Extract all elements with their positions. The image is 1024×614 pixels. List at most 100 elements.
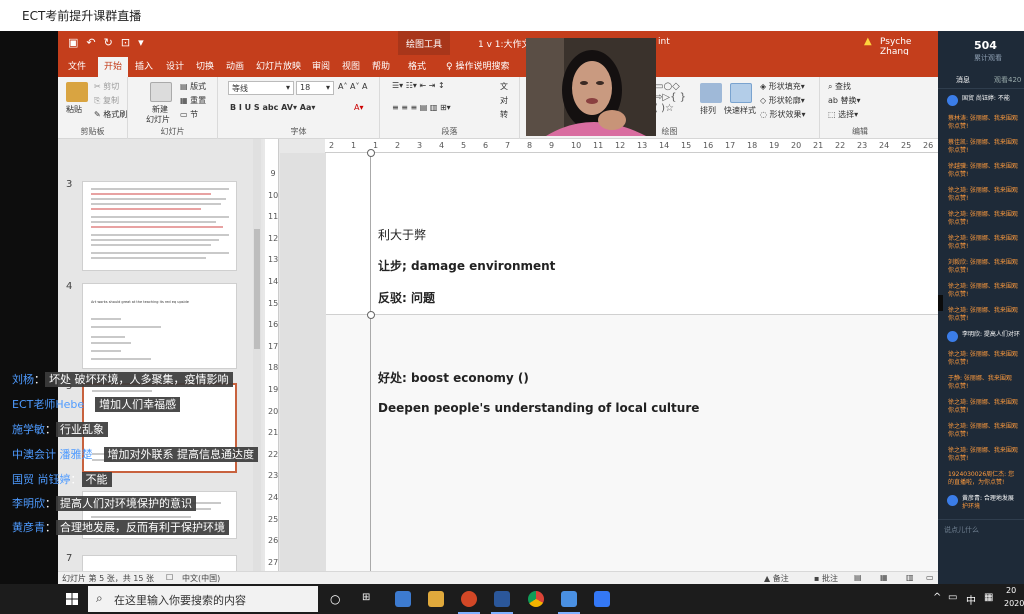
tab-slideshow[interactable]: 幻灯片放映: [256, 59, 301, 72]
ruler-tick: 19: [268, 385, 279, 394]
taskbar-search-box[interactable]: ⌕ 在这里输入你要搜索的内容: [88, 586, 318, 612]
replace-button[interactable]: ab 替换▾: [828, 95, 861, 106]
file-explorer-icon[interactable]: [428, 591, 444, 607]
customize-icon[interactable]: ▾: [138, 36, 144, 49]
shape-effects-button[interactable]: ◌ 形状效果▾: [760, 109, 806, 120]
tab-insert[interactable]: 插入: [135, 59, 153, 72]
keyboard-icon[interactable]: ▦: [984, 592, 993, 603]
new-slide-icon[interactable]: [150, 82, 172, 102]
font-name-box[interactable]: 等线 ▾: [228, 81, 294, 95]
font-group-label: 字体: [290, 127, 307, 136]
tab-view[interactable]: 视图: [342, 59, 360, 72]
tab-review[interactable]: 审阅: [312, 59, 330, 72]
cortana-icon[interactable]: ○: [330, 592, 340, 606]
task-view-icon[interactable]: ⊞: [362, 592, 370, 603]
notes-button[interactable]: ▲ 备注: [764, 573, 789, 584]
powerpoint-app-icon[interactable]: [461, 591, 477, 607]
comments-button[interactable]: ▪ 批注: [814, 573, 838, 584]
quick-styles-label[interactable]: 快速样式: [724, 105, 756, 116]
smartart-button[interactable]: 转: [500, 109, 508, 120]
live-app-icon[interactable]: [561, 591, 577, 607]
slide-canvas[interactable]: 利大于弊 让步; damage environment 反驳: 问题 好处: b…: [326, 149, 938, 571]
meeting-app-icon[interactable]: [594, 591, 610, 607]
format-painter-button[interactable]: ✎ 格式刷: [94, 109, 127, 120]
shape-fill-button[interactable]: ◈ 形状填充▾: [760, 81, 805, 92]
shapes-gallery[interactable]: ▭○◇ ⇨▷{ }( )☆: [654, 81, 686, 114]
slide-line-3: 反驳: 问题: [378, 291, 435, 305]
chat-input[interactable]: 说点儿什么: [944, 525, 979, 535]
normal-view-icon[interactable]: ▤: [854, 573, 862, 582]
save-icon[interactable]: ▣: [68, 36, 78, 49]
tab-viewers[interactable]: 观看420: [994, 75, 1021, 85]
paste-label[interactable]: 粘贴: [66, 104, 82, 115]
align-buttons[interactable]: ≡ ≡ ≡ ▤ ▥ ⊞▾: [392, 103, 451, 112]
thumbnail-scrollbar-thumb[interactable]: [254, 229, 260, 349]
start-slideshow-icon[interactable]: ⊡: [121, 36, 130, 49]
slide-thumbnail-7[interactable]: [82, 555, 237, 571]
slideshow-view-icon[interactable]: ▭: [926, 573, 934, 582]
text-box-lower[interactable]: [326, 315, 938, 571]
font-style-buttons[interactable]: B I U S abc AV▾ Aa▾: [230, 103, 315, 112]
align-text-button[interactable]: 对: [500, 95, 508, 106]
tab-format[interactable]: 格式: [408, 59, 426, 72]
undo-icon[interactable]: ↶: [86, 36, 95, 49]
tell-me-label: 操作说明搜索: [455, 62, 510, 72]
font-size-box[interactable]: 18 ▾: [296, 81, 334, 95]
chrome-app-icon[interactable]: [528, 591, 544, 607]
font-grow-shrink-icon[interactable]: A˄ A˅ A: [338, 82, 368, 91]
tab-file[interactable]: 文件: [68, 59, 86, 72]
reset-button[interactable]: ▦ 重置: [180, 95, 206, 106]
spellcheck-icon[interactable]: ☐: [166, 573, 173, 582]
windows-start-icon[interactable]: [66, 593, 78, 605]
ruler-tick: 21: [268, 428, 279, 438]
language-indicator[interactable]: 中文(中国): [182, 573, 220, 584]
shape-outline-button[interactable]: ◇ 形状轮廓▾: [760, 95, 805, 106]
quick-styles-icon[interactable]: [730, 83, 752, 103]
ruler-tick: 11: [268, 212, 279, 222]
slide-thumbnail-4[interactable]: Art works should great at the teaching i…: [82, 283, 237, 369]
slide-thumbnail-3[interactable]: [82, 181, 237, 271]
panel-chat-message: 于静: 张丽娜、我来围观 你点赞!: [948, 375, 1012, 390]
tab-help[interactable]: 帮助: [372, 59, 390, 72]
font-color-icon[interactable]: A▾: [354, 103, 364, 112]
select-button[interactable]: ⬚ 选择▾: [828, 109, 858, 120]
redo-icon[interactable]: ↻: [104, 36, 113, 49]
new-slide-label-2[interactable]: 幻灯片: [146, 114, 170, 125]
reading-view-icon[interactable]: ▥: [906, 573, 914, 582]
clock-date[interactable]: 2020: [1004, 599, 1024, 608]
find-button[interactable]: ⌕ 查找: [828, 81, 851, 92]
chat-comment: 李明欣： 提高人们对环境保护的意识: [12, 495, 196, 514]
tab-home[interactable]: 开始: [98, 57, 129, 77]
copy-button[interactable]: ⎘ 复制: [94, 95, 119, 106]
tab-messages[interactable]: 消息: [956, 75, 970, 85]
stream-title-bar: ECT考前提升课群直播: [0, 0, 1024, 31]
resize-handle-top[interactable]: [367, 149, 375, 157]
resize-handle-bottom[interactable]: [367, 311, 375, 319]
cut-button[interactable]: ✂ 剪切: [94, 81, 119, 92]
thumbnail-scrollbar[interactable]: [253, 139, 261, 571]
context-tab-drawing-tools[interactable]: 绘图工具: [398, 31, 451, 55]
tray-chevron-icon[interactable]: ^: [933, 592, 941, 603]
ruler-tick: 27: [268, 557, 279, 567]
layout-button[interactable]: ▤ 版式: [180, 81, 206, 92]
tab-design[interactable]: 设计: [166, 59, 184, 72]
section-button[interactable]: ▭ 节: [180, 109, 198, 120]
arrange-icon[interactable]: [700, 83, 722, 103]
arrange-label[interactable]: 排列: [700, 105, 716, 116]
tell-me-search[interactable]: ♀ 操作说明搜索: [446, 59, 509, 72]
clock-time[interactable]: 20: [1006, 586, 1016, 595]
panel-chat-message: 蔡林涛: 张丽娜、我来围观 你点赞!: [948, 115, 1018, 130]
ruler-tick: 23: [857, 141, 868, 150]
user-name[interactable]: Psyche Zhang: [880, 37, 938, 57]
network-icon[interactable]: ▭: [948, 592, 957, 603]
mail-app-icon[interactable]: [395, 591, 411, 607]
ime-indicator[interactable]: 中: [966, 592, 976, 607]
text-direction-button[interactable]: 文: [500, 81, 508, 92]
paste-icon[interactable]: [66, 82, 88, 102]
word-app-icon[interactable]: [494, 591, 510, 607]
tab-transitions[interactable]: 切换: [196, 59, 214, 72]
ruler-tick: 12: [268, 233, 279, 243]
list-buttons[interactable]: ☰▾ ☷▾ ⇤ ⇥ ↕: [392, 81, 445, 90]
slide-sorter-icon[interactable]: ▦: [880, 573, 888, 582]
tab-animations[interactable]: 动画: [226, 59, 244, 72]
